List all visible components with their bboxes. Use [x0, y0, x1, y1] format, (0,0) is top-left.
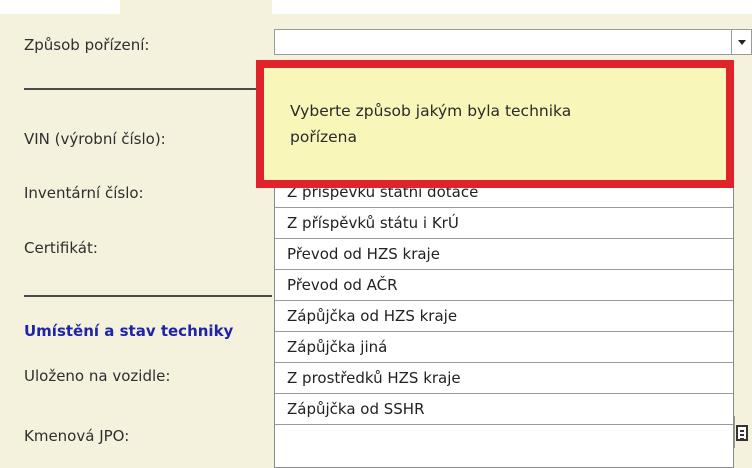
- dropdown-option[interactable]: Zápůjčka od HZS kraje: [275, 301, 733, 332]
- calendar-icon[interactable]: [736, 425, 748, 441]
- top-strip-white-left: [0, 0, 120, 14]
- top-strip: [0, 0, 752, 14]
- section-heading-umisteni: Umístění a stav techniky: [24, 322, 234, 340]
- dropdown-option[interactable]: Z příspěvků státu i KrÚ: [275, 208, 733, 239]
- dropdown-button[interactable]: [731, 30, 751, 54]
- dropdown-list[interactable]: Z příspěvku státní dotace Z příspěvků st…: [274, 176, 734, 468]
- dropdown-option[interactable]: Převod od HZS kraje: [275, 239, 733, 270]
- label-zpusob-porizeni: Způsob pořízení:: [24, 36, 150, 54]
- dropdown-option[interactable]: Zápůjčka jiná: [275, 332, 733, 363]
- label-kmenova-jpo: Kmenová JPO:: [24, 427, 130, 445]
- divider: [24, 88, 272, 90]
- top-strip-white-right: [272, 0, 752, 14]
- zpusob-porizeni-select[interactable]: [274, 29, 752, 55]
- label-inventarni-cislo: Inventární číslo:: [24, 184, 144, 202]
- label-vin: VIN (výrobní číslo):: [24, 130, 166, 148]
- dropdown-option[interactable]: Převod od AČR: [275, 270, 733, 301]
- highlight-frame: [256, 60, 734, 188]
- divider: [24, 295, 272, 297]
- label-certifikat: Certifikát:: [24, 239, 98, 257]
- label-ulozeno-na-vozidle: Uloženo na vozidle:: [24, 367, 171, 385]
- chevron-down-icon: [738, 40, 746, 45]
- dropdown-option[interactable]: Zápůjčka od SSHR: [275, 394, 733, 425]
- dropdown-option[interactable]: Z prostředků HZS kraje: [275, 363, 733, 394]
